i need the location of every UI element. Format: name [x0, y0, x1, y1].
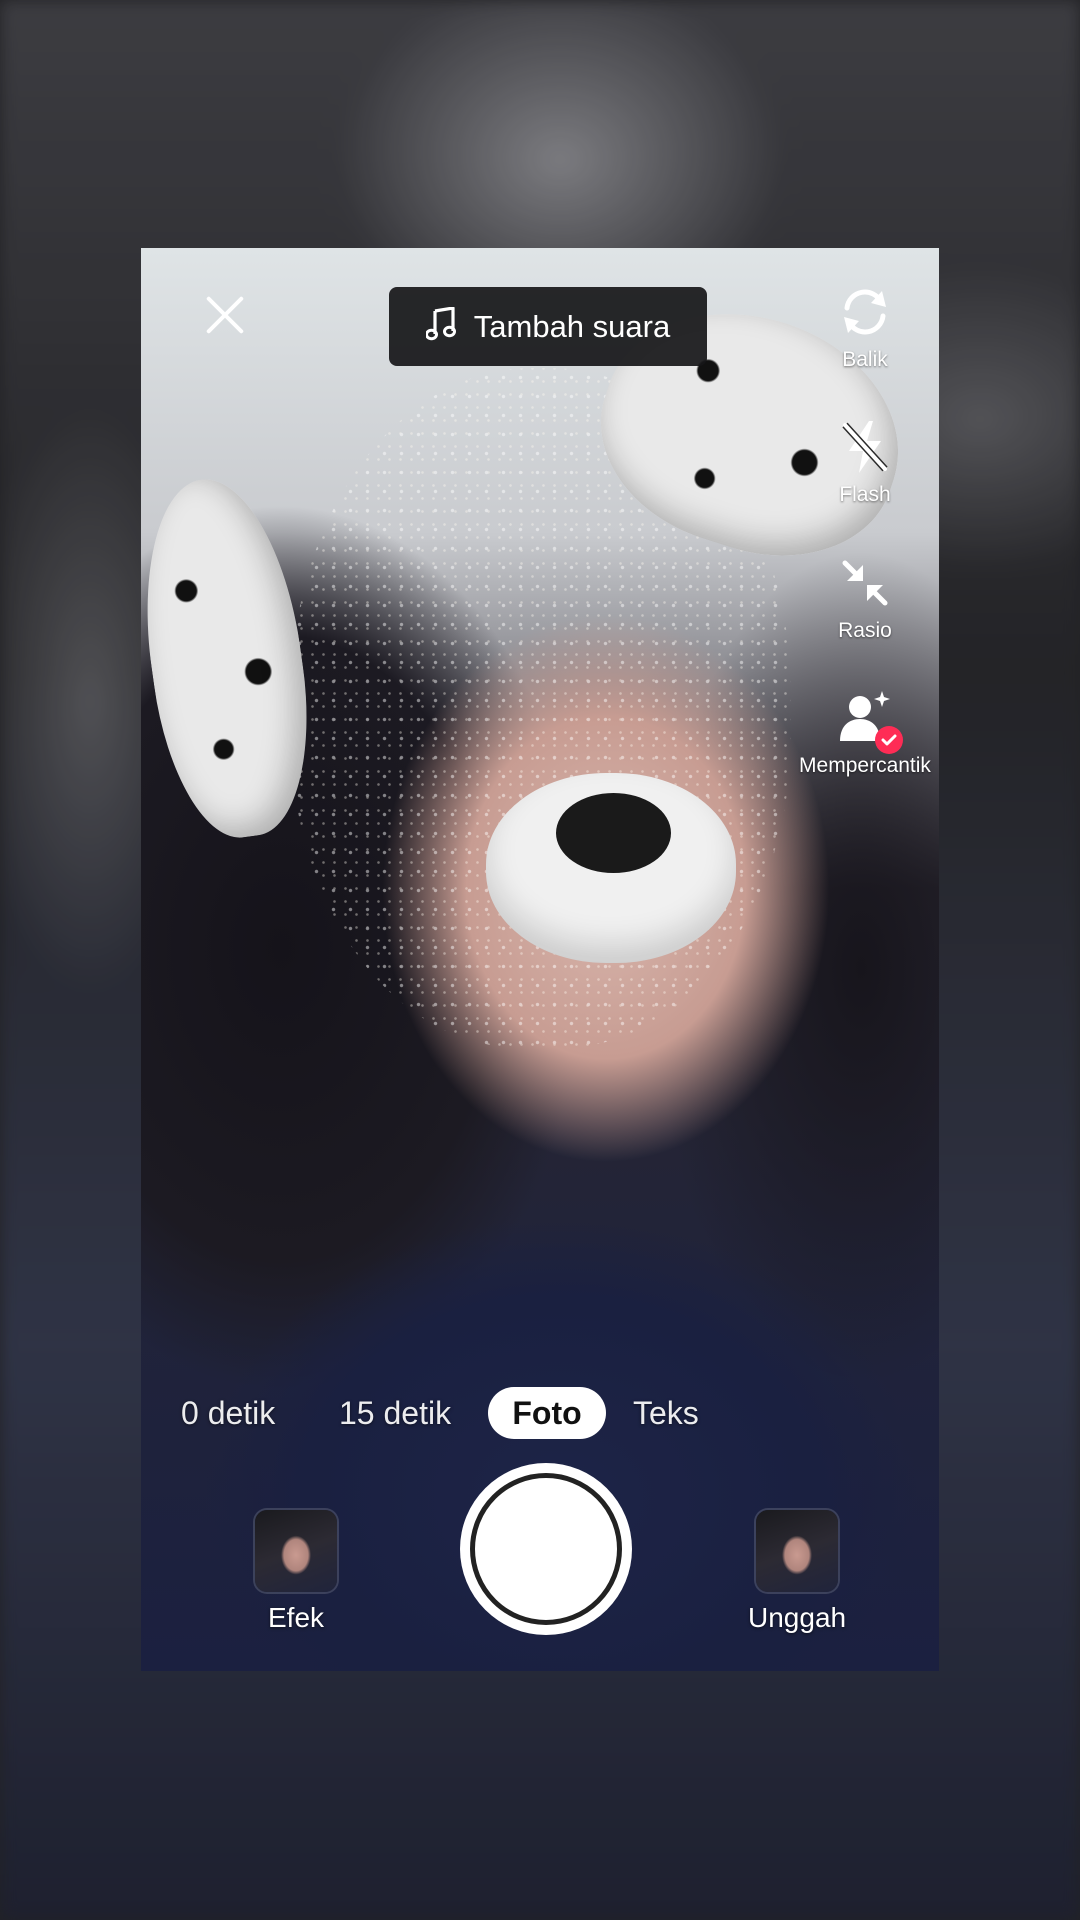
upload-label: Unggah — [748, 1602, 847, 1633]
ratio-icon — [833, 551, 897, 615]
beautify-label: Mempercantik — [799, 753, 931, 777]
close-icon[interactable] — [200, 290, 250, 340]
dog-nose-effect — [486, 773, 736, 963]
ratio-label: Rasio — [838, 618, 892, 642]
music-note-icon — [424, 305, 456, 347]
beautify-icon — [833, 686, 903, 754]
flash-button[interactable]: Flash — [790, 415, 940, 508]
upload-thumbnail — [756, 1510, 839, 1592]
check-badge-icon — [875, 725, 903, 754]
flip-camera-icon — [833, 280, 897, 344]
add-sound-label: Tambah suara — [473, 308, 671, 344]
flash-label: Flash — [839, 483, 891, 507]
effects-button[interactable]: Efek — [255, 1510, 337, 1634]
camera-screen: Tambah suara Balik Flash Rasio Mempercan… — [0, 0, 1080, 1920]
mode-option-15s[interactable]: 15 detik — [339, 1387, 451, 1439]
shutter-inner-ring — [470, 1473, 622, 1625]
mode-option-0s[interactable]: 0 detik — [181, 1387, 275, 1439]
beautify-button[interactable]: Mempercantik — [790, 686, 940, 779]
flip-camera-button[interactable]: Balik — [790, 280, 940, 373]
add-sound-button[interactable]: Tambah suara — [389, 287, 707, 366]
upload-button[interactable]: Unggah — [748, 1510, 846, 1634]
mode-option-photo[interactable]: Foto — [488, 1387, 606, 1439]
effects-thumbnail — [255, 1510, 337, 1592]
flash-off-icon — [833, 415, 897, 479]
camera-tools-rail: Balik Flash Rasio Mempercantik — [790, 280, 940, 779]
ratio-button[interactable]: Rasio — [790, 551, 940, 644]
capture-mode-selector: 0 detik 15 detik Foto Teks — [141, 1387, 939, 1439]
mode-option-text[interactable]: Teks — [633, 1387, 699, 1439]
shutter-button[interactable] — [460, 1463, 632, 1635]
effects-label: Efek — [267, 1602, 325, 1633]
flip-camera-label: Balik — [842, 348, 888, 371]
